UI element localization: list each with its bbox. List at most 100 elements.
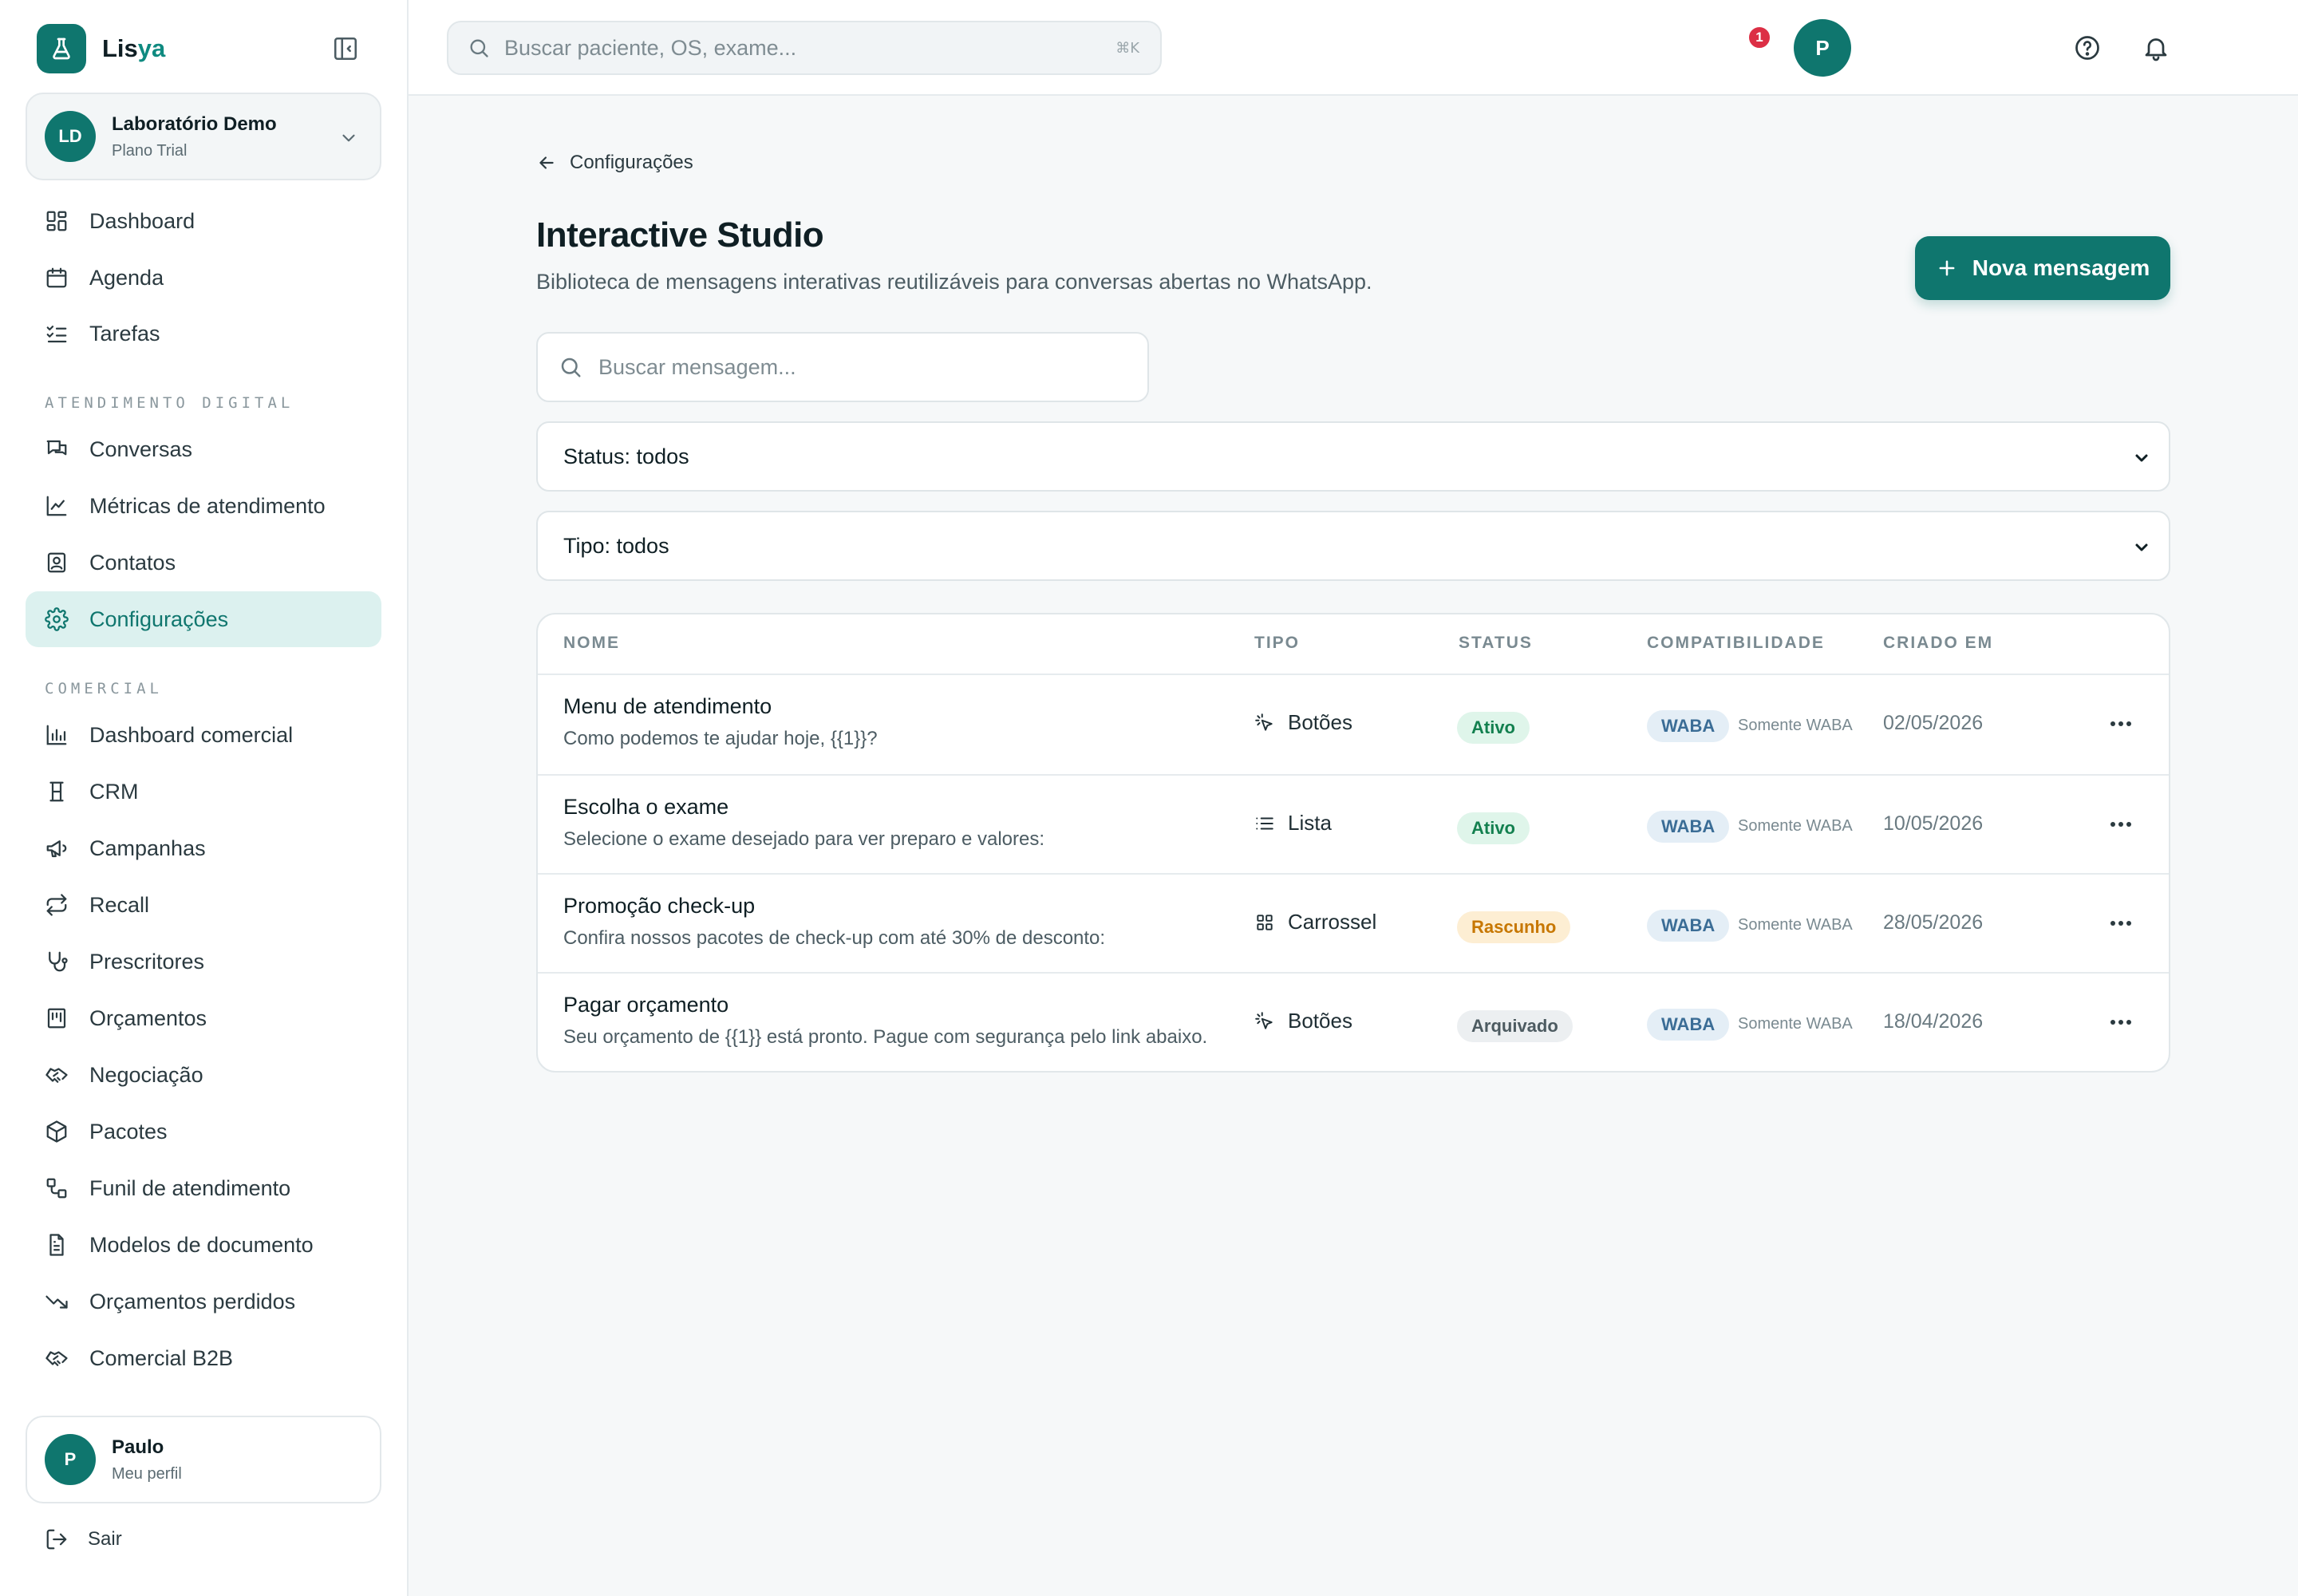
sidebar-item-negociacao[interactable]: Negociação <box>26 1047 381 1103</box>
compat-note: Somente WABA <box>1738 916 1853 934</box>
sidebar-item-orcamentos[interactable]: Orçamentos <box>26 990 381 1046</box>
sidebar-item-label: Contatos <box>89 550 176 575</box>
created-date: 10/05/2026 <box>1883 812 1984 835</box>
user-name: Paulo <box>112 1436 164 1458</box>
workflow-icon <box>45 1176 69 1200</box>
created-date: 02/05/2026 <box>1883 712 1984 734</box>
status-badge: Ativo <box>1457 812 1530 844</box>
sidebar-item-funil[interactable]: Funil de atendimento <box>26 1160 381 1216</box>
sidebar-item-prescritores[interactable]: Prescritores <box>26 934 381 990</box>
sidebar-item-label: Orçamentos perdidos <box>89 1289 296 1314</box>
column-header-tipo[interactable]: TIPO <box>1254 634 1300 653</box>
table-row[interactable]: Promoção check-up Confira nossos pacotes… <box>538 873 2169 972</box>
sidebar-item-label: CRM <box>89 779 139 804</box>
sidebar-item-comercial-b2b[interactable]: Comercial B2B <box>26 1330 381 1386</box>
column-header-status[interactable]: STATUS <box>1459 634 1533 653</box>
more-horizontal-icon[interactable] <box>2105 911 2137 935</box>
logout-button[interactable]: Sair <box>45 1527 122 1551</box>
compat-badge: WABA <box>1647 1009 1730 1041</box>
sidebar-item-agenda[interactable]: Agenda <box>26 250 381 306</box>
table-row[interactable]: Menu de atendimento Como podemos te ajud… <box>538 675 2169 774</box>
sidebar-item-label: Conversas <box>89 437 193 461</box>
new-message-button[interactable]: Nova mensagem <box>1915 236 2170 300</box>
sidebar-item-label: Dashboard <box>89 208 195 233</box>
help-circle-icon[interactable] <box>2073 34 2102 62</box>
message-name: Menu de atendimento <box>563 694 772 718</box>
column-header-criado-em[interactable]: CRIADO EM <box>1883 634 1993 653</box>
compat-note: Somente WABA <box>1738 1015 1853 1033</box>
column-header-compatibilidade[interactable]: COMPATIBILIDADE <box>1647 634 1825 653</box>
sidebar-item-pacotes[interactable]: Pacotes <box>26 1104 381 1159</box>
global-search-input[interactable] <box>504 35 1079 61</box>
user-avatar: P <box>45 1434 96 1485</box>
sidebar-item-dashboard-comercial[interactable]: Dashboard comercial <box>26 707 381 763</box>
sidebar-item-crm[interactable]: CRM <box>26 764 381 820</box>
new-message-label: Nova mensagem <box>1972 255 2150 280</box>
settings-gear-icon <box>45 607 69 631</box>
sidebar-item-campanhas[interactable]: Campanhas <box>26 820 381 876</box>
sidebar-collapse-icon[interactable] <box>332 35 359 62</box>
search-icon <box>559 355 582 379</box>
compat-badge: WABA <box>1647 710 1730 742</box>
topbar: ⌘K <box>409 0 2298 96</box>
messages-table: NOME TIPO STATUS COMPATIBILIDADE CRIADO … <box>536 613 2170 1073</box>
sidebar-item-label: Configurações <box>89 606 229 631</box>
line-chart-icon <box>45 494 69 518</box>
logout-label: Sair <box>88 1528 122 1550</box>
message-name: Pagar orçamento <box>563 993 729 1017</box>
brand[interactable]: Lisya <box>37 24 165 73</box>
column-header-nome[interactable]: NOME <box>563 634 620 653</box>
more-horizontal-icon[interactable] <box>2105 712 2137 736</box>
message-name: Promoção check-up <box>563 894 756 918</box>
more-horizontal-icon[interactable] <box>2105 1010 2137 1034</box>
sidebar-item-recall[interactable]: Recall <box>26 877 381 933</box>
table-row[interactable]: Pagar orçamento Seu orçamento de {{1}} e… <box>538 972 2169 1071</box>
cursor-click-icon <box>1254 713 1288 733</box>
sidebar-item-conversas[interactable]: Conversas <box>26 421 381 477</box>
sidebar-item-metricas[interactable]: Métricas de atendimento <box>26 478 381 534</box>
sidebar-item-dashboard[interactable]: Dashboard <box>26 193 381 249</box>
org-switcher[interactable]: LD Laboratório Demo Plano Trial <box>26 93 381 180</box>
sidebar-item-label: Negociação <box>89 1062 203 1087</box>
sidebar-item-tarefas[interactable]: Tarefas <box>26 306 381 361</box>
arrow-left-icon <box>536 152 570 173</box>
user-profile-link: Meu perfil <box>112 1464 182 1483</box>
message-type: Lista <box>1254 811 1332 836</box>
chevron-down-icon <box>338 128 359 148</box>
user-menu-avatar[interactable]: P <box>1794 19 1851 77</box>
message-search[interactable] <box>536 332 1149 402</box>
org-avatar: LD <box>45 111 96 162</box>
global-search[interactable]: ⌘K <box>447 21 1162 75</box>
table-row[interactable]: Escolha o exame Selecione o exame deseja… <box>538 774 2169 873</box>
compat-badge: WABA <box>1647 811 1730 843</box>
user-profile-card[interactable]: P Paulo Meu perfil <box>26 1416 381 1503</box>
status-filter-select[interactable]: Status: todos <box>536 421 2170 492</box>
message-name: Escolha o exame <box>563 795 729 819</box>
back-link[interactable]: Configurações <box>536 152 693 174</box>
sidebar: Lisya LD Laboratório Demo Plano Trial Da… <box>0 0 409 1596</box>
sidebar-item-label: Prescritores <box>89 949 205 974</box>
sidebar-item-contatos[interactable]: Contatos <box>26 535 381 591</box>
org-name: Laboratório Demo <box>112 113 277 135</box>
page-subtitle: Biblioteca de mensagens interativas reut… <box>536 270 1372 294</box>
sidebar-item-modelos[interactable]: Modelos de documento <box>26 1217 381 1273</box>
bell-icon[interactable] <box>2142 34 2170 62</box>
sidebar-item-label: Comercial B2B <box>89 1345 234 1370</box>
message-type: Botões <box>1254 1009 1352 1033</box>
sidebar-item-configuracoes[interactable]: Configurações <box>26 591 381 647</box>
contact-icon <box>45 551 69 575</box>
sidebar-item-orcamentos-perdidos[interactable]: Orçamentos perdidos <box>26 1274 381 1329</box>
type-filter-select[interactable]: Tipo: todos <box>536 511 2170 581</box>
list-icon <box>1254 813 1288 834</box>
grid-icon <box>1254 912 1288 933</box>
sidebar-item-label: Tarefas <box>89 321 160 346</box>
handshake-icon <box>45 1346 69 1370</box>
more-horizontal-icon[interactable] <box>2105 812 2137 836</box>
search-icon <box>468 37 490 59</box>
chevron-down-icon <box>2132 538 2151 557</box>
layout-dashboard-icon <box>45 209 69 233</box>
org-plan: Plano Trial <box>112 141 188 160</box>
bar-chart-icon <box>45 723 69 747</box>
message-search-input[interactable] <box>598 354 1125 380</box>
messages-icon <box>45 437 69 461</box>
